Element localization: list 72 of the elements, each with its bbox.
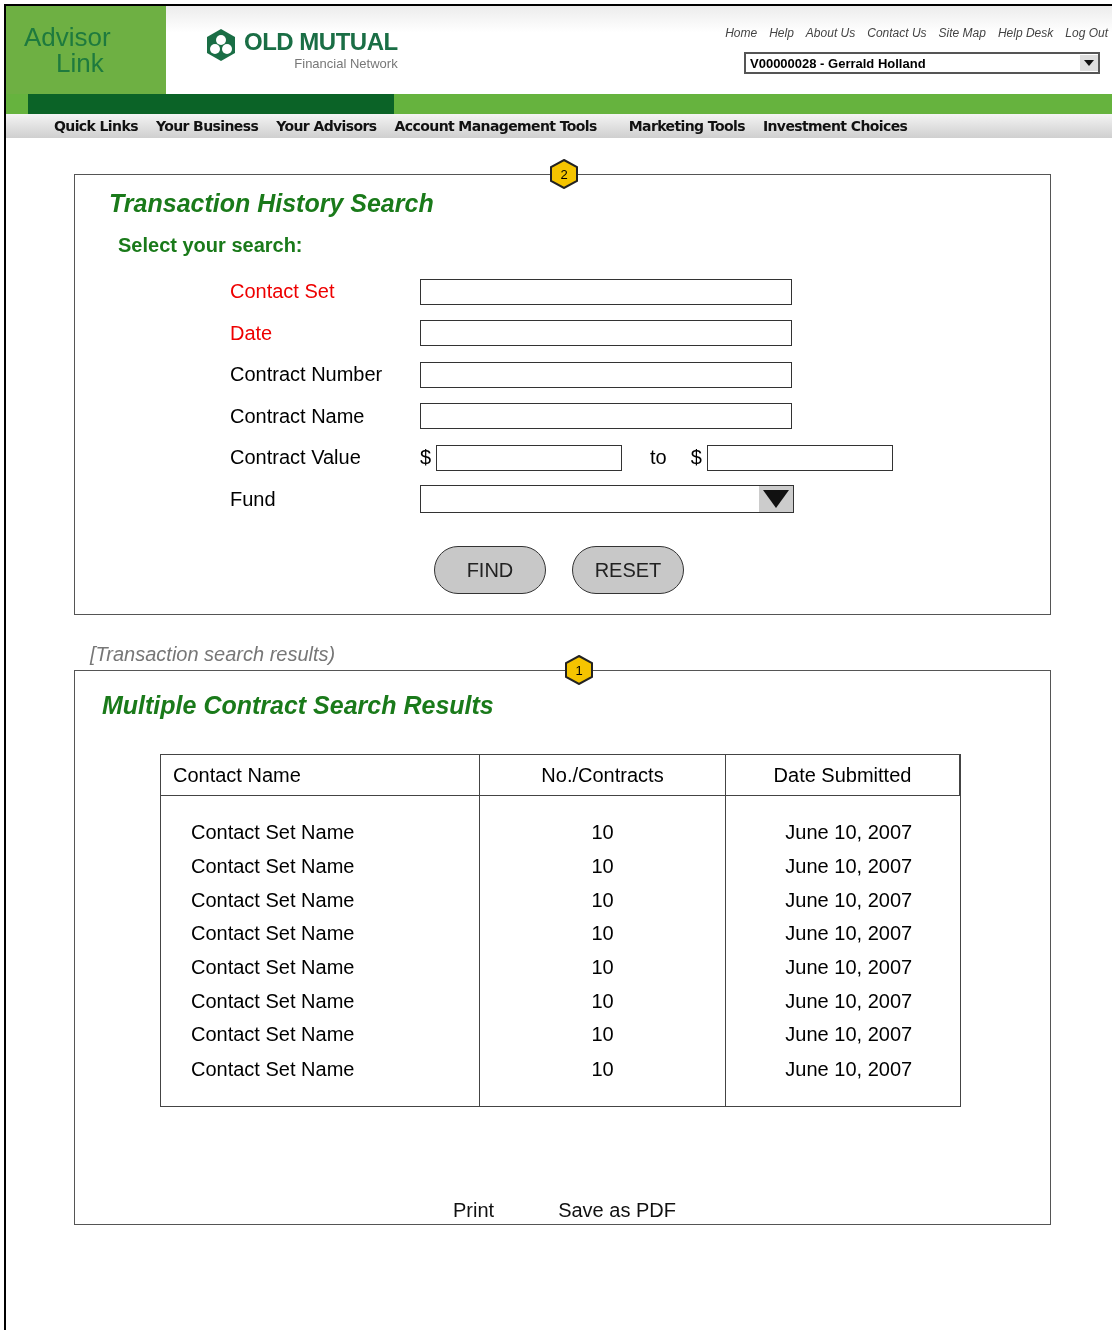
field-label: Fund (230, 487, 277, 511)
field-label: Contract Number (230, 363, 384, 387)
table-cell: 10 (479, 883, 726, 918)
table-cell: June 10, 2007 (725, 917, 960, 951)
table-cell: June 10, 2007 (725, 795, 960, 850)
input-field[interactable] (420, 278, 792, 305)
nav-item[interactable]: Marketing Tools (628, 118, 745, 134)
column-header: Date Submitted (725, 754, 960, 796)
field-label: Contract Value (230, 446, 362, 470)
advisor-dropdown[interactable]: V00000028 - Gerrald Holland (744, 52, 1100, 74)
table-cell: Contact Set Name (160, 1018, 480, 1052)
table-cell: Contact Set Name (160, 917, 480, 951)
utility-link[interactable]: Contact Us (867, 26, 927, 40)
nav-item[interactable]: Your Business (155, 118, 259, 134)
nav-item[interactable]: Account Management Tools (394, 118, 597, 134)
table-cell: 10 (479, 917, 726, 951)
panel-subtitle: Select your search: (118, 234, 304, 257)
panel-title: Transaction History Search (109, 189, 435, 218)
step-badge: 2 (549, 159, 579, 189)
input-field[interactable] (436, 444, 622, 471)
nav-item[interactable]: Quick Links (54, 118, 138, 134)
table-cell: Contact Set Name (160, 795, 480, 850)
table-cell: June 10, 2007 (725, 883, 960, 918)
table-cell: June 10, 2007 (725, 1018, 960, 1052)
table-cell: Contact Set Name (160, 883, 480, 918)
currency-symbol: $ (690, 446, 703, 470)
table-cell: 10 (479, 849, 726, 884)
brand-name: OLD MUTUAL (244, 28, 398, 56)
utility-link[interactable]: Help (769, 26, 794, 40)
emblem-icon (204, 28, 238, 62)
table-cell: 10 (479, 1051, 726, 1107)
table-cell: Contact Set Name (160, 984, 480, 1019)
results-note: [Transaction search results) (90, 643, 337, 666)
table-cell: Contact Set Name (160, 1051, 480, 1107)
column-header: No./Contracts (479, 754, 726, 796)
dropdown-arrow-icon (763, 490, 789, 509)
nav-item[interactable]: Investment Choices (762, 118, 908, 134)
table-cell: June 10, 2007 (725, 984, 960, 1019)
field-label: Contract Name (230, 404, 366, 428)
table-cell: 10 (479, 950, 726, 985)
dropdown-arrow-icon (1084, 60, 1094, 66)
step-badge: 1 (564, 655, 594, 685)
input-field[interactable] (420, 403, 792, 430)
input-field[interactable] (420, 361, 792, 388)
currency-symbol: $ (420, 446, 433, 470)
table-cell: June 10, 2007 (725, 950, 960, 985)
table-cell: 10 (479, 984, 726, 1019)
table-cell: Contact Set Name (160, 849, 480, 884)
results-link[interactable]: Save as PDF (558, 1198, 676, 1222)
input-field[interactable] (706, 444, 893, 471)
fund-dropdown[interactable] (420, 485, 794, 514)
table-cell: Contact Set Name (160, 950, 480, 985)
results-link[interactable]: Print (453, 1198, 495, 1222)
input-field[interactable] (420, 320, 792, 347)
action-button[interactable]: FIND (434, 546, 546, 594)
table-cell: 10 (479, 1018, 726, 1052)
nav-item[interactable]: Your Advisors (276, 118, 377, 134)
utility-link[interactable]: Home (725, 26, 758, 40)
utility-link[interactable]: Log Out (1065, 26, 1108, 40)
table-cell: 10 (479, 795, 726, 850)
utility-link[interactable]: Help Desk (997, 26, 1054, 40)
table-cell: June 10, 2007 (725, 1051, 960, 1107)
range-separator: to (650, 446, 667, 470)
action-button[interactable]: RESET (572, 546, 684, 594)
column-header: Contact Name (160, 754, 480, 796)
field-label: Contact Set (230, 280, 336, 304)
field-label: Date (230, 321, 274, 345)
panel-title: Multiple Contract Search Results (102, 691, 495, 720)
brand-tagline: Financial Network (293, 56, 398, 71)
table-cell: June 10, 2007 (725, 849, 960, 884)
utility-link[interactable]: About Us (805, 26, 856, 40)
utility-link[interactable]: Site Map (938, 26, 986, 40)
